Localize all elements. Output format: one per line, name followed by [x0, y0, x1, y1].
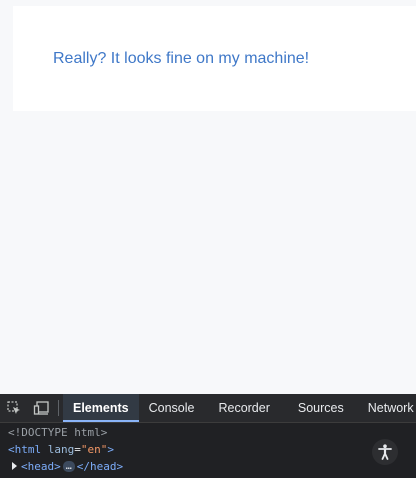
tab-recorder[interactable]: Recorder — [204, 394, 283, 422]
page-viewport: Really? It looks fine on my machine! — [0, 0, 416, 394]
devtools-panel: Elements Console Recorder Sources Networ… — [0, 394, 416, 478]
browser-page: Really? It looks fine on my machine! Ele… — [0, 0, 416, 478]
collapsed-ellipsis[interactable]: … — [62, 461, 75, 472]
head-tag-line[interactable]: <head>… </head> — [12, 458, 123, 475]
html-attr-name: lang — [47, 443, 75, 456]
devtools-toolbar: Elements Console Recorder Sources Networ… — [0, 394, 416, 423]
elements-tree: <!DOCTYPE html> <html lang="en"> <head>…… — [0, 423, 416, 478]
inspect-element-icon[interactable] — [0, 394, 28, 422]
tab-elements[interactable]: Elements — [63, 394, 139, 422]
tab-sources[interactable]: Sources — [284, 394, 358, 422]
html-open-tag: <html — [8, 443, 42, 456]
tab-network[interactable]: Network — [358, 394, 416, 422]
device-toolbar-icon[interactable] — [28, 394, 56, 422]
message-card: Really? It looks fine on my machine! — [13, 6, 416, 111]
doctype-line[interactable]: <!DOCTYPE html> — [8, 424, 107, 441]
doctype-text: <!DOCTYPE html> — [8, 426, 108, 439]
html-attr-value: "en" — [80, 443, 108, 456]
html-tag-line[interactable]: <html lang="en"> — [8, 441, 114, 458]
tab-console[interactable]: Console — [139, 394, 205, 422]
html-close-bracket: > — [107, 443, 114, 456]
message-text: Really? It looks fine on my machine! — [53, 50, 310, 67]
head-close-tag: </head> — [76, 460, 124, 473]
expand-triangle-icon[interactable] — [12, 462, 17, 470]
toolbar-divider — [58, 400, 59, 416]
head-open-tag: <head> — [21, 460, 61, 473]
accessibility-icon[interactable] — [372, 439, 398, 465]
html-attr-equals: = — [74, 443, 81, 456]
